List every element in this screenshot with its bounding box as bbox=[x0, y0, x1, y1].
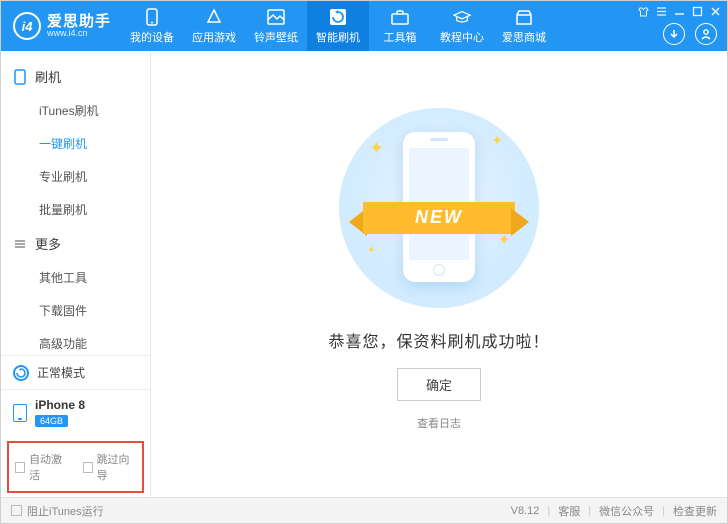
sparkle-icon: ✦ bbox=[369, 138, 384, 159]
new-ribbon: NEW bbox=[349, 196, 529, 240]
sidebar: 刷机 iTunes刷机 一键刷机 专业刷机 批量刷机 更多 其他工具 下载固件 … bbox=[1, 51, 151, 497]
sidebar-item-itunes-flash[interactable]: iTunes刷机 bbox=[1, 94, 150, 127]
sidebar-item-pro-flash[interactable]: 专业刷机 bbox=[1, 160, 150, 193]
checkbox-skip-guide[interactable]: 跳过向导 bbox=[83, 451, 137, 483]
maximize-icon[interactable] bbox=[691, 5, 703, 17]
sidebar-group-flash[interactable]: 刷机 bbox=[1, 59, 150, 94]
nav-apps[interactable]: 应用游戏 bbox=[183, 1, 245, 51]
close-icon[interactable] bbox=[709, 5, 721, 17]
success-illustration: ✦ ✦ ✦ ✦ NEW bbox=[339, 108, 539, 308]
nav-flash[interactable]: 智能刷机 bbox=[307, 1, 369, 51]
checkbox-icon bbox=[15, 462, 25, 473]
logo-text: 爱思助手 www.i4.cn bbox=[47, 14, 111, 38]
download-button[interactable] bbox=[663, 23, 685, 45]
device-icon bbox=[13, 404, 27, 422]
brand-url: www.i4.cn bbox=[47, 29, 111, 38]
sidebar-item-download-firmware[interactable]: 下载固件 bbox=[1, 294, 150, 327]
skin-icon[interactable] bbox=[637, 5, 649, 17]
separator: | bbox=[588, 505, 591, 517]
nav-label: 应用游戏 bbox=[192, 29, 236, 45]
device-name: iPhone 8 bbox=[35, 398, 85, 412]
nav-label: 我的设备 bbox=[130, 29, 174, 45]
user-button[interactable] bbox=[695, 23, 717, 45]
version-label: V8.12 bbox=[511, 505, 540, 517]
sidebar-group-more[interactable]: 更多 bbox=[1, 226, 150, 261]
phone-icon bbox=[13, 70, 27, 84]
footer-right: V8.12 | 客服 | 微信公众号 | 检查更新 bbox=[511, 503, 717, 519]
status-icon bbox=[13, 365, 29, 381]
nav-label: 智能刷机 bbox=[316, 29, 360, 45]
checkbox-auto-activate[interactable]: 自动激活 bbox=[15, 451, 69, 483]
device-info: iPhone 8 64GB bbox=[35, 398, 85, 427]
ok-button[interactable]: 确定 bbox=[397, 368, 481, 401]
group-title: 刷机 bbox=[35, 67, 61, 86]
store-icon bbox=[515, 8, 533, 26]
success-message: 恭喜您，保资料刷机成功啦！ bbox=[328, 328, 549, 352]
sidebar-item-advanced[interactable]: 高级功能 bbox=[1, 327, 150, 355]
sidebar-item-batch-flash[interactable]: 批量刷机 bbox=[1, 193, 150, 226]
menu-icon[interactable] bbox=[655, 5, 667, 17]
sidebar-item-oneclick-flash[interactable]: 一键刷机 bbox=[1, 127, 150, 160]
toolbox-icon bbox=[391, 8, 409, 26]
checkbox-block-itunes[interactable]: 阻止iTunes运行 bbox=[11, 503, 104, 519]
logo-badge: i4 bbox=[13, 12, 41, 40]
checkbox-label: 跳过向导 bbox=[97, 451, 136, 483]
nav-my-device[interactable]: 我的设备 bbox=[121, 1, 183, 51]
sparkle-icon: ✦ bbox=[367, 245, 375, 256]
brand-logo[interactable]: i4 爱思助手 www.i4.cn bbox=[1, 12, 121, 40]
apps-icon bbox=[205, 8, 223, 26]
footer-link-update[interactable]: 检查更新 bbox=[673, 503, 717, 519]
group-title: 更多 bbox=[35, 234, 61, 253]
body: 刷机 iTunes刷机 一键刷机 专业刷机 批量刷机 更多 其他工具 下载固件 … bbox=[1, 51, 727, 497]
nav-label: 工具箱 bbox=[384, 29, 417, 45]
sidebar-scroll: 刷机 iTunes刷机 一键刷机 专业刷机 批量刷机 更多 其他工具 下载固件 … bbox=[1, 51, 150, 355]
app-window: i4 爱思助手 www.i4.cn 我的设备 应用游戏 铃声壁纸 智能刷机 bbox=[0, 0, 728, 524]
checkbox-label: 阻止iTunes运行 bbox=[27, 503, 104, 519]
footer-link-wechat[interactable]: 微信公众号 bbox=[599, 503, 654, 519]
separator: | bbox=[547, 505, 550, 517]
nav-label: 铃声壁纸 bbox=[254, 29, 298, 45]
nav-toolbox[interactable]: 工具箱 bbox=[369, 1, 431, 51]
sidebar-check-options: 自动激活 跳过向导 bbox=[7, 441, 144, 493]
header-bar: i4 爱思助手 www.i4.cn 我的设备 应用游戏 铃声壁纸 智能刷机 bbox=[1, 1, 727, 51]
sidebar-status[interactable]: 正常模式 bbox=[1, 355, 150, 389]
footer-bar: 阻止iTunes运行 V8.12 | 客服 | 微信公众号 | 检查更新 bbox=[1, 497, 727, 523]
checkbox-icon bbox=[11, 505, 22, 516]
nav-store[interactable]: 爱思商城 bbox=[493, 1, 555, 51]
status-label: 正常模式 bbox=[37, 364, 85, 381]
view-log-link[interactable]: 查看日志 bbox=[417, 415, 461, 431]
nav-label: 爱思商城 bbox=[502, 29, 546, 45]
nav-tutorials[interactable]: 教程中心 bbox=[431, 1, 493, 51]
graduation-icon bbox=[453, 8, 471, 26]
checkbox-label: 自动激活 bbox=[29, 451, 68, 483]
sparkle-icon: ✦ bbox=[491, 132, 503, 149]
phone-icon bbox=[143, 8, 161, 26]
sidebar-device[interactable]: iPhone 8 64GB bbox=[1, 389, 150, 435]
brand-name: 爱思助手 bbox=[47, 14, 111, 29]
refresh-icon bbox=[329, 8, 347, 26]
device-capacity: 64GB bbox=[35, 415, 68, 427]
checkbox-icon bbox=[83, 462, 93, 473]
ribbon-text: NEW bbox=[363, 202, 515, 234]
footer-link-support[interactable]: 客服 bbox=[558, 503, 580, 519]
nav-label: 教程中心 bbox=[440, 29, 484, 45]
separator: | bbox=[662, 505, 665, 517]
minimize-icon[interactable] bbox=[673, 5, 685, 17]
nav-ringtones[interactable]: 铃声壁纸 bbox=[245, 1, 307, 51]
image-icon bbox=[267, 8, 285, 26]
sidebar-item-other-tools[interactable]: 其他工具 bbox=[1, 261, 150, 294]
more-icon bbox=[13, 237, 27, 251]
window-controls bbox=[637, 5, 721, 17]
main-panel: ✦ ✦ ✦ ✦ NEW 恭喜您，保资料刷机成功啦！ 确定 查看日志 bbox=[151, 51, 727, 497]
header-actions bbox=[663, 23, 717, 45]
top-nav: 我的设备 应用游戏 铃声壁纸 智能刷机 工具箱 教程中心 bbox=[121, 1, 555, 51]
